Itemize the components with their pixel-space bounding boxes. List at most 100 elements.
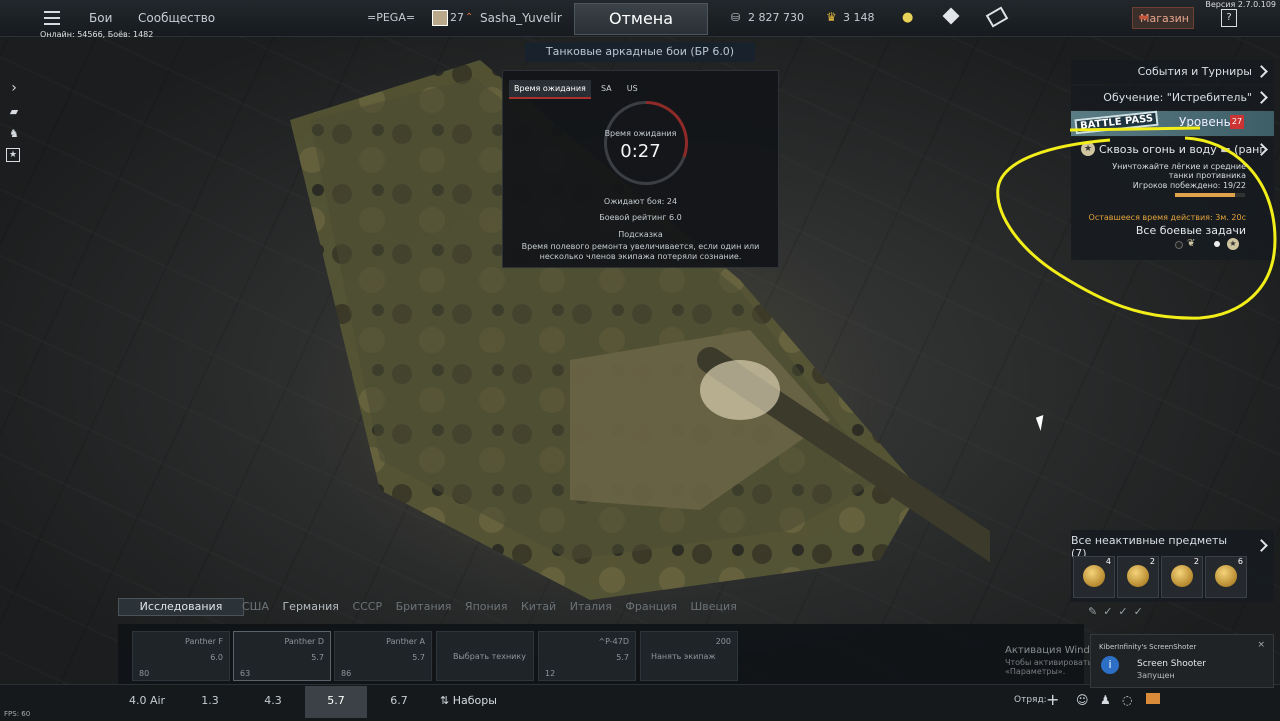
br-tab[interactable]: 4.3 — [242, 686, 304, 718]
cancel-button[interactable]: Отмена — [574, 3, 708, 35]
friends-icon[interactable]: ☺ — [1076, 693, 1089, 707]
toast-app-name: KiberInfinity's ScreenShoter — [1099, 643, 1197, 651]
tab-germany[interactable]: Германия — [282, 600, 338, 613]
help-button[interactable]: ? — [1221, 9, 1237, 27]
medal-count: 2 — [1149, 557, 1155, 566]
silver-lions-icon: ⛁ — [731, 11, 741, 24]
waiting-battles: Ожидают боя: 24 — [603, 197, 678, 206]
fps-counter: FPS: 60 — [4, 710, 31, 718]
medal-item[interactable]: 2 — [1161, 556, 1203, 598]
events-label: События и Турниры — [1137, 65, 1252, 78]
vehicle-name: ^P-47D — [598, 637, 629, 646]
queue-tabs: Время ожидания SA US — [509, 76, 643, 99]
medal-item[interactable]: 4 — [1073, 556, 1115, 598]
tab-ussr[interactable]: СССР — [352, 600, 382, 613]
golden-eagles-icon: ♛ — [826, 10, 837, 24]
medal-icon — [1127, 565, 1149, 587]
tab-sa[interactable]: SA — [596, 80, 617, 97]
medal-count: 4 — [1105, 557, 1111, 566]
vehicle-stat: 12 — [545, 669, 556, 678]
hire-cost: 200 — [715, 637, 731, 646]
game-mode-info: Танковые аркадные бои (БР 6.0) — [525, 42, 755, 62]
player-level: 27 — [450, 11, 464, 24]
battle-rating: Боевой рейтинг 6.0 — [599, 213, 682, 222]
vehicle-br: 5.7 — [616, 653, 629, 662]
medal-count: 6 — [1237, 557, 1243, 566]
hire-crew-label: Нанять экипаж — [651, 652, 716, 661]
chat-icon[interactable]: ◌ — [1122, 693, 1132, 707]
squad-label: Отряд: — [1014, 695, 1047, 705]
shop-button[interactable]: Магазин — [1132, 7, 1194, 29]
medal-icon — [1083, 565, 1105, 587]
toast-text: Запущен — [1137, 671, 1175, 680]
tab-france[interactable]: Франция — [625, 600, 677, 613]
vehicle-name: Panther F — [185, 637, 223, 646]
tab-wait-time[interactable]: Время ожидания — [509, 80, 591, 99]
tab-usa[interactable]: США — [242, 600, 269, 613]
highlight-annotation — [996, 126, 1277, 320]
mail-icon[interactable] — [1146, 693, 1160, 704]
queue-panel: Время ожидания SA US Время ожидания 0:27… — [502, 70, 779, 268]
nation-tabs: США Германия СССР Британия Япония Китай … — [242, 600, 747, 624]
vehicle-slot[interactable]: ^P-47D 5.7 12 — [538, 631, 636, 681]
empty-slot[interactable]: Выбрать технику — [436, 631, 534, 681]
avatar[interactable] — [432, 10, 448, 26]
toast-title: Screen Shooter — [1137, 659, 1206, 669]
events-link[interactable]: События и Турниры — [1071, 60, 1274, 84]
medal-item[interactable]: 6 — [1205, 556, 1247, 598]
vehicle-slot[interactable]: Panther F 6.0 80 — [132, 631, 230, 681]
research-button[interactable]: Исследования — [118, 598, 244, 616]
lightbulb-icon[interactable]: ● — [902, 10, 913, 25]
star-icon[interactable]: ★ — [6, 148, 20, 162]
vehicle-slot[interactable]: Panther D 5.7 63 — [233, 631, 331, 681]
hire-crew-slot[interactable]: 200 Нанять экипаж — [640, 631, 738, 681]
vehicle-stat: 63 — [240, 669, 251, 678]
player-name[interactable]: Sasha_Yuvelir — [480, 0, 562, 36]
vehicle-br: 6.0 — [210, 653, 223, 662]
vehicle-name: Panther D — [284, 637, 324, 646]
screenshot-toast[interactable]: KiberInfinity's ScreenShoter × i Screen … — [1090, 634, 1274, 688]
presets-label: Наборы — [452, 694, 497, 707]
medal-count: 2 — [1193, 557, 1199, 566]
br-tab-selected[interactable]: 5.7 — [305, 686, 367, 718]
game-version: Версия 2.7.0.109 — [1205, 0, 1276, 9]
crew-tools-icons[interactable]: ✎✓✓✓ — [1088, 605, 1149, 618]
menu-icon[interactable] — [44, 11, 60, 25]
br-tab[interactable]: 4.0 Air — [116, 686, 178, 718]
tab-italy[interactable]: Италия — [570, 600, 612, 613]
wait-time: 0:27 — [620, 141, 661, 162]
crew-icon[interactable]: ♞ — [6, 126, 22, 142]
vehicle-br: 5.7 — [412, 653, 425, 662]
presets-button[interactable]: ⇅ Наборы — [440, 694, 497, 707]
chevron-right-icon — [1255, 91, 1268, 104]
tank-icon[interactable]: ▰ — [6, 104, 22, 120]
golden-eagles-balance[interactable]: 3 148 — [843, 0, 875, 36]
br-tab[interactable]: 6.7 — [368, 686, 430, 718]
br-tab[interactable]: 1.3 — [179, 686, 241, 718]
training-link[interactable]: Обучение: "Истребитель" — [1071, 86, 1274, 110]
medal-icon — [1171, 565, 1193, 587]
contacts-icon[interactable]: ♟ — [1100, 693, 1111, 707]
medal-item[interactable]: 2 — [1117, 556, 1159, 598]
vehicle-name: Panther A — [386, 637, 425, 646]
vehicle-br: 5.7 — [311, 653, 324, 662]
add-squad-icon[interactable]: + — [1046, 690, 1059, 709]
rank-chevron-icon: ⌃ — [465, 12, 474, 23]
info-icon: i — [1101, 656, 1119, 674]
tab-britain[interactable]: Британия — [396, 600, 452, 613]
tab-china[interactable]: Китай — [521, 600, 556, 613]
silver-lions-balance[interactable]: 2 827 730 — [748, 0, 804, 36]
medal-icon — [1215, 565, 1237, 587]
vehicle-stat: 80 — [139, 669, 150, 678]
tab-japan[interactable]: Япония — [465, 600, 508, 613]
hint-text: Время полевого ремонта увеличивается, ес… — [521, 242, 760, 261]
tab-sweden[interactable]: Швеция — [691, 600, 737, 613]
squadron-tag[interactable]: =PEGA= — [367, 0, 415, 36]
training-label: Обучение: "Истребитель" — [1103, 91, 1252, 104]
expand-icon[interactable]: › — [6, 80, 22, 96]
wait-label: Время ожидания — [604, 129, 677, 138]
tab-us[interactable]: US — [622, 80, 643, 97]
close-icon[interactable]: × — [1257, 640, 1265, 650]
hint-title: Подсказка — [618, 230, 663, 239]
vehicle-slot[interactable]: Panther A 5.7 86 — [334, 631, 432, 681]
